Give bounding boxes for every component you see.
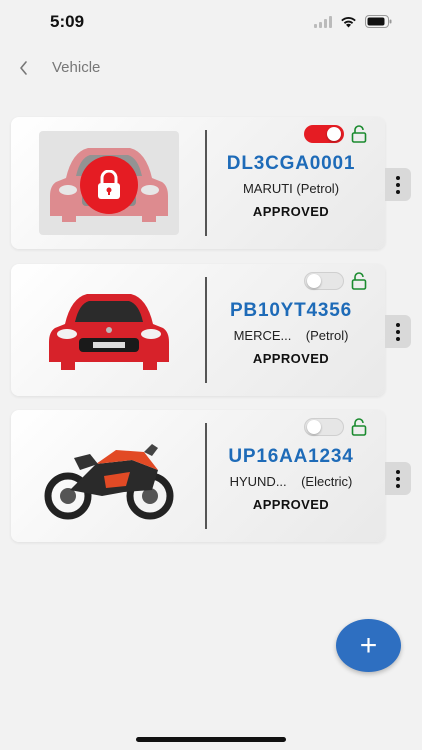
wifi-icon xyxy=(341,16,356,27)
status-badge: APPROVED xyxy=(252,497,330,512)
plate-number: UP16AA1234 xyxy=(228,446,354,467)
vehicle-card[interactable]: DL3CGA0001 MARUTI (Petrol) APPROVED xyxy=(11,117,385,249)
vehicle-image xyxy=(39,424,179,528)
vehicle-image xyxy=(39,278,179,382)
lock-overlay xyxy=(80,156,138,214)
cellular-icon xyxy=(314,15,332,28)
nav-bar: Vehicle xyxy=(0,52,422,86)
vehicle-card[interactable]: PB10YT4356 MERCE... (Petrol) APPROVED xyxy=(11,264,385,396)
plate-number: DL3CGA0001 xyxy=(226,153,356,174)
motorcycle-icon xyxy=(44,444,174,520)
kebab-dot xyxy=(396,182,400,187)
status-badge: APPROVED xyxy=(252,351,330,366)
vehicle-make: HYUND... (Electric) xyxy=(229,474,353,489)
page-title: Vehicle xyxy=(52,59,101,76)
toggle-knob xyxy=(307,274,321,288)
more-options-button[interactable] xyxy=(385,168,411,201)
status-bar: 5:09 xyxy=(0,0,422,46)
kebab-dot xyxy=(396,329,400,334)
plate-number: PB10YT4356 xyxy=(229,300,353,321)
vehicle-toggle[interactable] xyxy=(304,272,344,290)
unlock-icon[interactable] xyxy=(351,418,367,436)
kebab-dot xyxy=(396,175,400,180)
padlock-icon xyxy=(98,170,120,199)
vehicle-card[interactable]: UP16AA1234 HYUND... (Electric) APPROVED xyxy=(11,410,385,542)
chevron-left-icon xyxy=(20,61,27,75)
unlock-icon[interactable] xyxy=(351,272,367,290)
vehicle-make: MERCE... (Petrol) xyxy=(233,328,349,343)
kebab-dot xyxy=(396,476,400,481)
kebab-dot xyxy=(396,469,400,474)
vehicle-make: MARUTI (Petrol) xyxy=(242,181,340,196)
more-options-button[interactable] xyxy=(385,315,411,348)
status-time: 5:09 xyxy=(50,12,85,31)
kebab-dot xyxy=(396,189,400,194)
more-options-button[interactable] xyxy=(385,462,411,495)
car-icon xyxy=(49,294,169,370)
status-badge: APPROVED xyxy=(252,204,330,219)
add-vehicle-button[interactable]: + xyxy=(336,619,401,672)
back-button[interactable] xyxy=(12,56,36,80)
kebab-dot xyxy=(396,322,400,327)
vehicle-toggle[interactable] xyxy=(304,418,344,436)
toggle-knob xyxy=(327,127,341,141)
status-icons xyxy=(314,15,392,28)
home-indicator[interactable] xyxy=(136,737,286,742)
vehicle-toggle[interactable] xyxy=(304,125,344,143)
battery-icon xyxy=(365,15,392,28)
toggle-knob xyxy=(307,420,321,434)
unlock-icon[interactable] xyxy=(351,125,367,143)
vehicle-image xyxy=(39,131,179,235)
kebab-dot xyxy=(396,483,400,488)
kebab-dot xyxy=(396,336,400,341)
